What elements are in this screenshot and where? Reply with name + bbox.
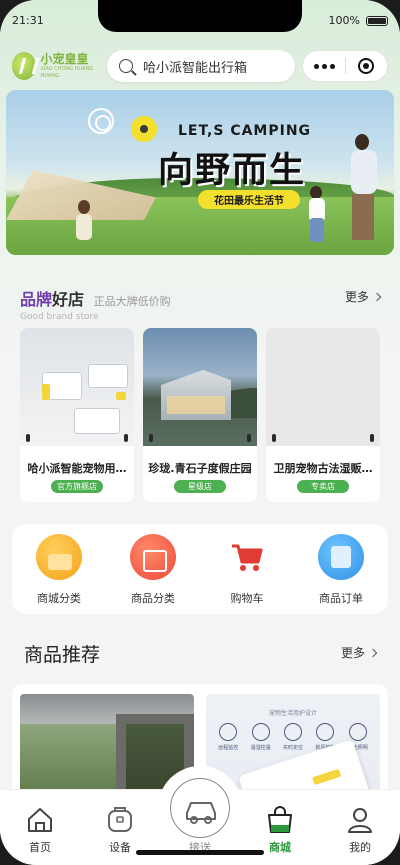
recommend-more-label: 更多 <box>340 646 365 660</box>
logo-mark-icon <box>12 52 37 80</box>
store-image-villa <box>143 328 257 446</box>
tab-label: 首页 <box>29 841 51 854</box>
tab-label: 设备 <box>109 841 131 854</box>
store-name: 哈小派智能宠物用… <box>27 462 127 475</box>
status-right: 100% <box>329 14 388 27</box>
brand-store-header: 品牌好店 正品大牌低价购 Good brand store 更多 <box>20 286 382 322</box>
category-order[interactable]: 商品订单 <box>303 534 379 614</box>
category-label: 商城分类 <box>37 592 81 605</box>
store-card[interactable]: 珍珑.青石子度假庄园 星级店 <box>143 328 257 502</box>
product-feature: 温湿控温 <box>246 723 276 751</box>
tab-label: 商城 <box>269 841 291 854</box>
app-logo[interactable]: 小宠皇皇 XIAO CHONG HUANG HUANG <box>12 52 104 80</box>
search-input[interactable] <box>143 58 283 74</box>
more-menu-icon[interactable] <box>303 63 345 69</box>
store-card[interactable]: 哈小派智能宠物用… 官方旗舰店 <box>20 328 134 502</box>
profile-icon <box>348 808 372 833</box>
brand-store-title-highlight: 品牌 <box>20 290 53 309</box>
battery-icon <box>366 15 388 26</box>
store-badge: 专卖店 <box>297 480 349 493</box>
recommend-title: 商品推荐 <box>24 644 101 666</box>
brand-store-title: 品牌好店 正品大牌低价购 <box>20 286 380 310</box>
order-list-icon <box>318 534 364 580</box>
tab-profile[interactable]: 我的 <box>325 805 395 855</box>
search-bar[interactable] <box>107 50 295 82</box>
header: 小宠皇皇 XIAO CHONG HUANG HUANG <box>12 48 388 84</box>
home-indicator <box>136 850 264 855</box>
quick-categories: 商城分类 商品分类 购物车 商品订单 <box>12 524 388 614</box>
logo-name: 小宠皇皇 <box>40 52 89 66</box>
flower-icon <box>131 116 157 142</box>
shopping-cart-icon <box>224 534 270 580</box>
brand-store-list: 哈小派智能宠物用… 官方旗舰店 珍珑.青石子度假庄园 星级店 卫朋宠物古法湿贩…… <box>20 328 380 502</box>
battery-percent: 100% <box>328 14 360 27</box>
banner-person-man-legs <box>352 194 374 240</box>
product-feature: 远程监控 <box>213 723 243 751</box>
brand-store-more-label: 更多 <box>344 290 369 304</box>
product-category-icon <box>130 534 176 580</box>
tab-label: 我的 <box>349 841 371 854</box>
feature-label: 远程监控 <box>218 745 239 751</box>
feature-label: 温湿控温 <box>250 745 271 751</box>
banner-title: 向野而生 <box>158 151 307 191</box>
search-icon <box>119 59 133 73</box>
sun-icon <box>88 108 114 134</box>
brand-store-en-subtitle: Good brand store <box>20 312 99 322</box>
bottom-tabbar: 首页 设备 接送 商城 我的 <box>0 766 400 865</box>
category-product[interactable]: 商品分类 <box>115 534 191 614</box>
logo-subtitle: XIAO CHONG HUANG HUANG <box>40 66 94 79</box>
recommend-header: 商品推荐 更多 <box>24 640 378 667</box>
category-shop[interactable]: 商城分类 <box>21 534 97 614</box>
miniprogram-capsule <box>302 50 388 82</box>
tab-device[interactable]: 设备 <box>85 805 155 855</box>
tab-home[interactable]: 首页 <box>5 805 75 855</box>
product-feature: 实时定位 <box>278 723 308 751</box>
chevron-right-icon <box>368 648 378 658</box>
category-label: 商品分类 <box>131 592 175 605</box>
brand-store-subtitle: 正品大牌低价购 <box>93 295 171 308</box>
category-label: 商品订单 <box>319 592 363 605</box>
product-card-title: 宠物生活用护设计 <box>268 710 317 717</box>
banner-en-text: LET,S CAMPING <box>178 123 312 139</box>
store-card[interactable]: 卫朋宠物古法湿贩… 专卖店 <box>266 328 380 502</box>
home-icon <box>28 808 52 832</box>
store-name: 珍珑.青石子度假庄园 <box>148 462 252 475</box>
logo-text: 小宠皇皇 XIAO CHONG HUANG HUANG <box>40 52 104 80</box>
store-badge: 星级店 <box>174 480 226 493</box>
banner-person-woman <box>76 214 92 240</box>
tab-pickup-button[interactable] <box>170 778 230 838</box>
brand-store-more-link[interactable]: 更多 <box>344 288 382 305</box>
banner-person-man <box>351 150 377 194</box>
banner-tag: 花田最乐生活节 <box>198 190 300 209</box>
shop-category-icon <box>36 534 82 580</box>
brand-store-title-rest: 好店 <box>52 290 85 309</box>
banner-person-kid-legs <box>310 218 324 242</box>
device-icon <box>108 807 132 832</box>
tab-shop[interactable]: 商城 <box>245 805 315 855</box>
phone-screen: 21:31 100% 小宠皇皇 XIAO CHONG HUANG HUANG 哈… <box>0 0 400 865</box>
car-icon <box>186 802 216 824</box>
recommend-more-link[interactable]: 更多 <box>340 644 378 661</box>
category-cart[interactable]: 购物车 <box>209 534 285 614</box>
close-miniprogram-icon[interactable] <box>346 58 387 74</box>
store-image-placeholder <box>266 328 380 446</box>
promo-banner[interactable]: LET,S CAMPING 向野而生 花田最乐生活节 <box>6 90 394 255</box>
banner-person-man-head <box>355 134 369 150</box>
store-image-pet-products <box>20 328 134 446</box>
store-name: 卫朋宠物古法湿贩… <box>273 462 373 475</box>
shopping-bag-icon <box>268 806 292 833</box>
status-time: 21:31 <box>12 14 44 27</box>
chevron-right-icon <box>372 292 382 302</box>
category-label: 购物车 <box>230 592 264 605</box>
banner-person-woman-head <box>78 200 90 214</box>
notch <box>98 0 302 32</box>
feature-label: 实时定位 <box>282 745 303 751</box>
store-badge: 官方旗舰店 <box>51 480 103 493</box>
